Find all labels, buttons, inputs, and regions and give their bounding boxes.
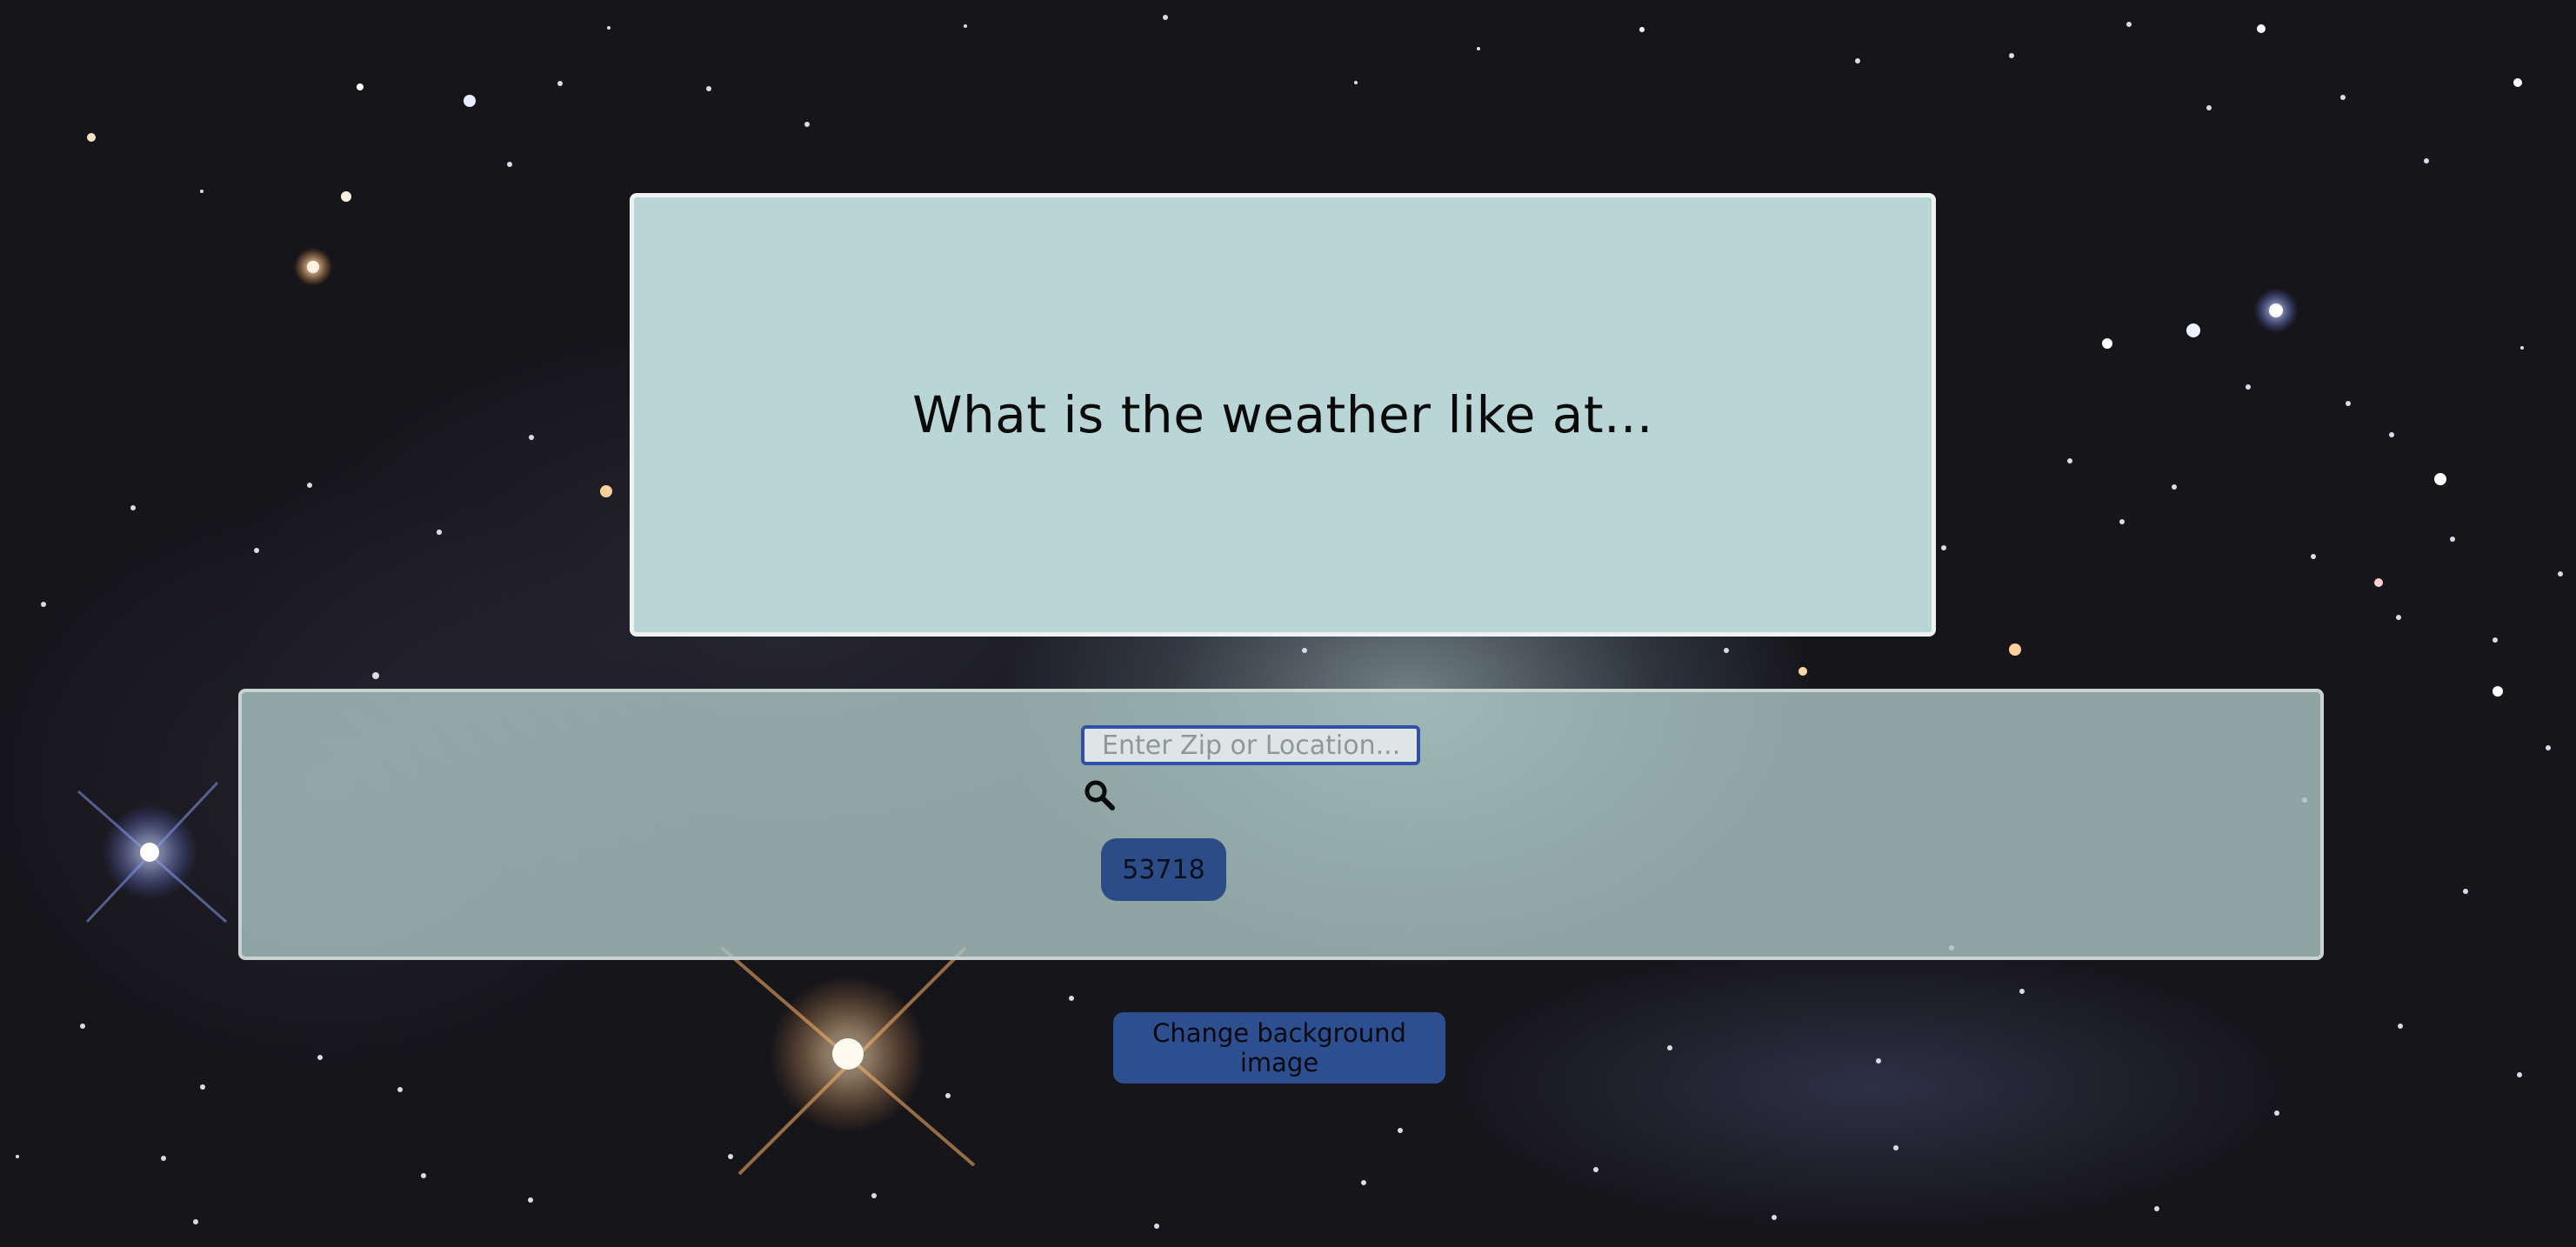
bright-star-blue [77, 781, 227, 924]
location-search-input[interactable] [1081, 725, 1420, 765]
recent-search-label: 53718 [1122, 854, 1205, 885]
title-card: What is the weather like at... [630, 193, 1936, 637]
search-panel: 53718 [238, 689, 2324, 960]
search-button[interactable] [1082, 777, 1118, 814]
change-background-label: Change background image [1152, 1018, 1406, 1077]
search-icon [1084, 780, 1115, 810]
page-title: What is the weather like at... [912, 385, 1653, 444]
change-background-button[interactable]: Change background image [1113, 1012, 1445, 1084]
recent-search-button[interactable]: 53718 [1101, 838, 1226, 901]
bright-star-warm [720, 946, 976, 1176]
